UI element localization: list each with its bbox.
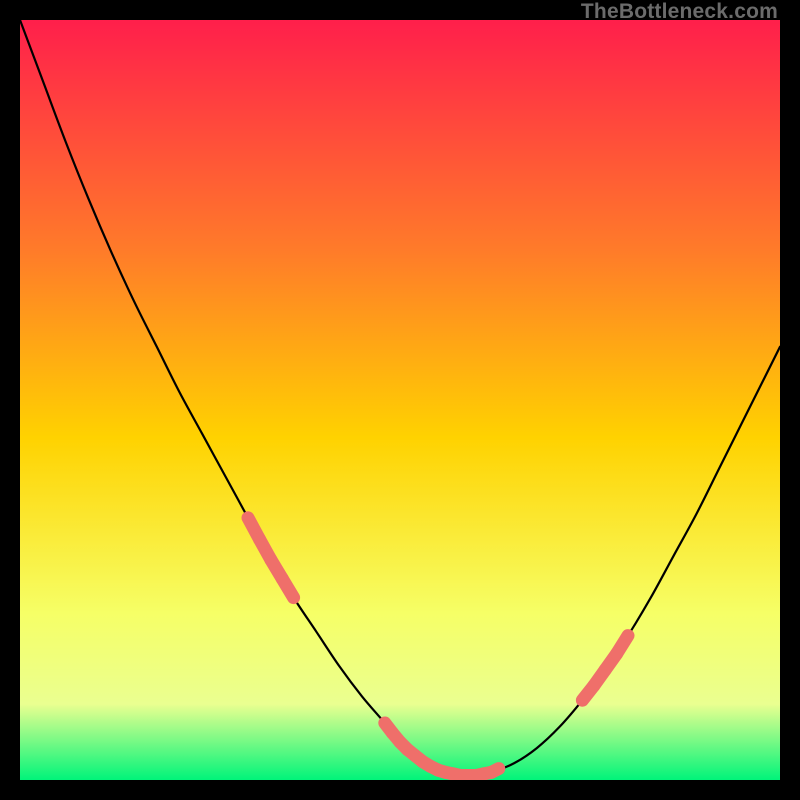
- bottleneck-plot: [20, 20, 780, 780]
- chart-frame: [20, 20, 780, 780]
- attribution-text: TheBottleneck.com: [581, 0, 778, 24]
- curve-marker: [491, 769, 499, 773]
- gradient-background: [20, 20, 780, 780]
